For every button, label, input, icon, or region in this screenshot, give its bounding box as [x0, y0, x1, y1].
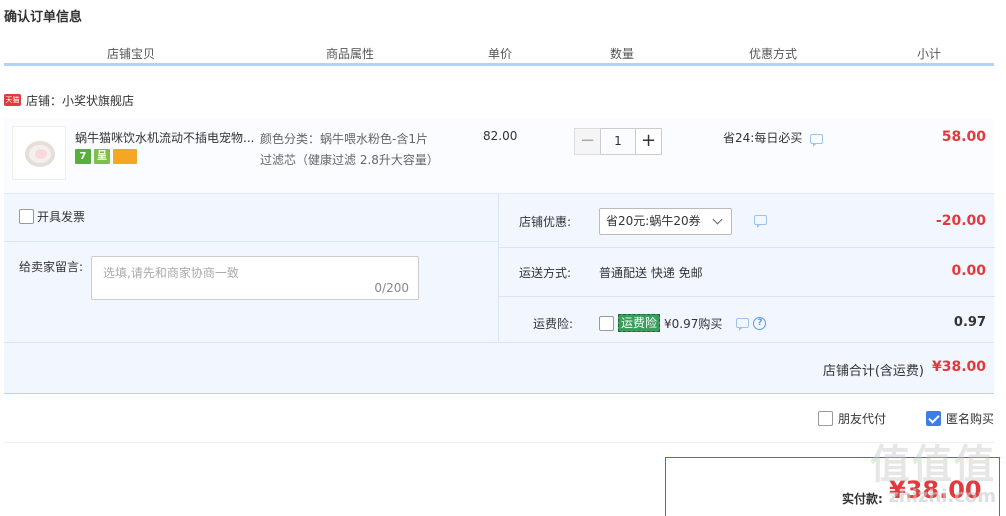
anonymous-purchase-label: 匿名购买: [946, 412, 995, 426]
column-divider: [440, 60, 442, 63]
seller-message-input[interactable]: 选填,请先和商家协商一致 0/200: [91, 256, 419, 300]
quantity-increase-button[interactable]: +: [635, 128, 662, 155]
message-char-count: 0/200: [374, 281, 409, 295]
order-options-right: 店铺优惠: 省20元:蜗牛20券 -20.00 运送方式: 普通配送 快递 免邮…: [498, 194, 995, 342]
store-discount-select[interactable]: 省20元:蜗牛20券: [599, 208, 732, 235]
promotion-info: 省24:每日必买: [723, 129, 824, 147]
product-attributes: 颜色分类：蜗牛喂水粉色-含1片 过滤芯（健康过滤 2.8升大容量）: [260, 129, 439, 171]
order-options-left: 开具发票 给卖家留言: 选填,请先和商家协商一致 0/200: [4, 194, 498, 342]
shipping-label: 运送方式:: [519, 266, 572, 280]
quantity-stepper: − 1 +: [574, 128, 662, 155]
product-title-link[interactable]: 蜗牛猫咪饮水机流动不插电宠物...: [75, 129, 257, 146]
page-title: 确认订单信息: [4, 10, 83, 25]
column-unit-price: 单价: [488, 47, 513, 61]
store-discount-value: 省20元:蜗牛20券: [606, 214, 701, 228]
store-discount-amount: -20.00: [935, 213, 986, 229]
invoice-label: 开具发票: [37, 210, 86, 224]
product-thumbnail[interactable]: [12, 126, 66, 180]
product-image: [25, 141, 55, 167]
promotion-text: 省24:每日必买: [723, 131, 803, 145]
chat-icon[interactable]: [810, 133, 824, 147]
chevron-down-icon: [712, 214, 723, 225]
shipping-method: 普通配送 快递 免邮: [599, 266, 703, 280]
column-promotion: 优惠方式: [749, 47, 798, 61]
column-divider: [682, 60, 684, 63]
column-shop-item: 店铺宝贝: [107, 47, 156, 61]
divider: [4, 241, 498, 242]
divider: [499, 296, 995, 297]
shipping-insurance-checkbox[interactable]: [599, 315, 614, 331]
quantity-decrease-button[interactable]: −: [574, 128, 601, 155]
unit-price: 82.00: [483, 129, 518, 143]
order-options-panel: 开具发票 给卖家留言: 选填,请先和商家协商一致 0/200 店铺优惠: 省20…: [4, 194, 995, 394]
column-subtotal: 小计: [917, 47, 942, 61]
attribute-line: 颜色分类：蜗牛喂水粉色-含1片: [260, 132, 428, 146]
payment-amount: ¥38.00: [889, 476, 982, 504]
friend-pay-checkbox[interactable]: [818, 411, 833, 426]
guarantee-icon[interactable]: 呈: [94, 149, 110, 164]
shipping-insurance-price: ¥0.97购买: [664, 316, 723, 331]
seven-day-return-icon[interactable]: 7: [75, 149, 91, 164]
invoice-checkbox[interactable]: [19, 209, 34, 224]
chat-icon[interactable]: [736, 318, 750, 331]
shipping-insurance-label: 运费险:: [533, 317, 574, 331]
chat-icon[interactable]: [754, 215, 767, 228]
divider: [4, 442, 994, 443]
attribute-line: 过滤芯（健康过滤 2.8升大容量）: [260, 153, 439, 167]
quantity-input[interactable]: 1: [601, 128, 635, 155]
invoice-option[interactable]: 开具发票: [19, 208, 85, 225]
shipping-insurance-option: 运费险 ¥0.97购买 ?: [599, 314, 767, 332]
order-item-row: 蜗牛猫咪饮水机流动不插电宠物... 7 呈 颜色分类：蜗牛喂水粉色-含1片 过滤…: [4, 118, 994, 194]
message-placeholder: 选填,请先和商家协商一致: [103, 266, 239, 280]
credit-card-icon[interactable]: [113, 149, 137, 164]
anonymous-purchase-option[interactable]: 匿名购买: [926, 410, 994, 427]
service-tags: 7 呈: [75, 149, 137, 164]
item-subtotal: 58.00: [941, 129, 986, 145]
shipping-insurance-amount: 0.97: [953, 315, 986, 330]
column-divider: [862, 60, 864, 63]
shop-name-link[interactable]: 店铺：小奖状旗舰店: [26, 92, 134, 109]
store-total-row: 店铺合计(含运费) ¥38.00: [4, 342, 994, 394]
anonymous-purchase-checkbox[interactable]: [926, 411, 941, 426]
shop-row: 天猫 店铺：小奖状旗舰店: [4, 90, 134, 110]
column-divider: [561, 60, 563, 63]
help-icon[interactable]: ?: [753, 316, 767, 330]
column-quantity: 数量: [610, 47, 635, 61]
column-attributes: 商品属性: [326, 47, 375, 61]
tmall-badge-icon: 天猫: [4, 94, 21, 106]
payment-summary: 实付款: ¥38.00: [665, 457, 1000, 516]
store-total-label: 店铺合计(含运费): [822, 364, 924, 379]
column-divider: [258, 60, 260, 63]
shipping-insurance-tag: 运费险: [618, 314, 661, 332]
friend-pay-label: 朋友代付: [838, 412, 887, 426]
shipping-amount: 0.00: [951, 263, 986, 279]
store-total-amount: ¥38.00: [931, 359, 986, 375]
divider: [499, 247, 995, 248]
store-discount-label: 店铺优惠:: [519, 215, 572, 229]
column-header: 店铺宝贝 商品属性 单价 数量 优惠方式 小计: [4, 42, 994, 66]
payment-label: 实付款:: [842, 492, 883, 506]
friend-pay-option[interactable]: 朋友代付: [818, 410, 886, 427]
message-label: 给卖家留言:: [19, 260, 84, 274]
